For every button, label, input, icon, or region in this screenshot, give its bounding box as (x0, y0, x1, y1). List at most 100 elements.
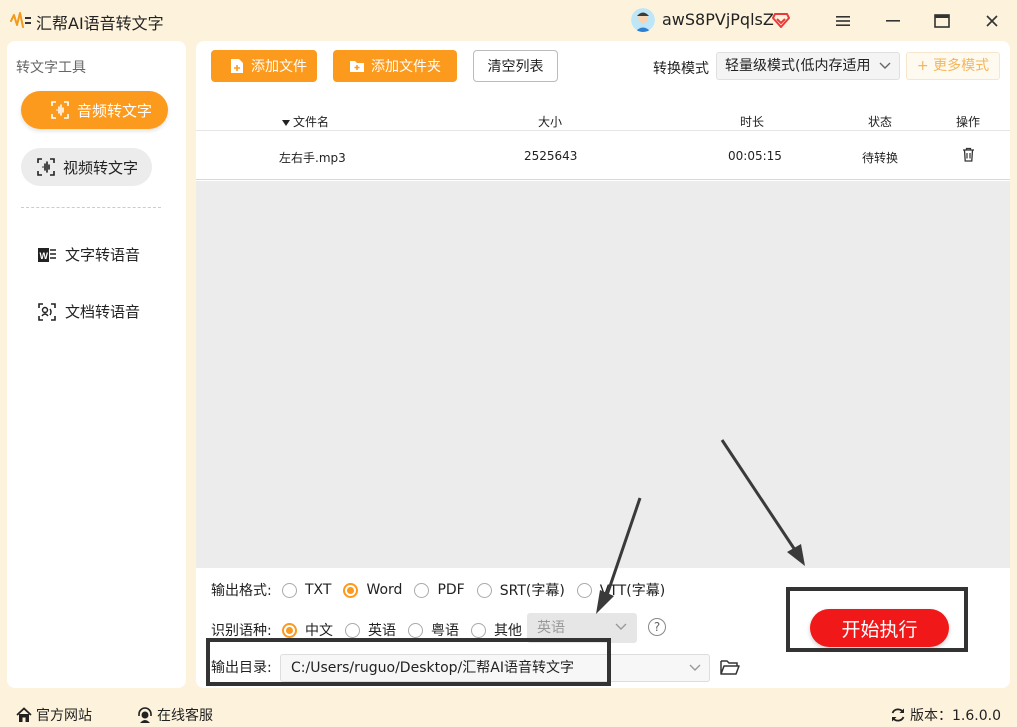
file-status: 待转换 (862, 151, 899, 165)
column-header-status: 状态 (868, 115, 893, 129)
format-radio-txt[interactable]: TXT (282, 582, 331, 598)
format-radio-group: TXT Word PDF SRT(字幕) VTT(字幕) (282, 580, 677, 600)
add-folder-button[interactable]: 添加文件夹 (333, 50, 457, 82)
official-website-link[interactable]: 官方网站 (16, 705, 92, 725)
column-header-duration: 时长 (740, 115, 765, 129)
sidebar-item-doc-to-speech[interactable]: 文档转语音 (37, 301, 140, 322)
format-label: 输出格式: (211, 583, 272, 599)
sidebar-item-audio-to-text[interactable]: 音频转文字 (21, 91, 168, 129)
add-file-label: 添加文件 (251, 59, 307, 75)
language-radio-english[interactable]: 英语 (345, 620, 396, 640)
video-wave-icon (37, 158, 55, 176)
format-radio-word[interactable]: Word (343, 582, 402, 598)
folder-open-icon[interactable] (720, 658, 740, 676)
sidebar-item-video-to-text[interactable]: 视频转文字 (21, 148, 152, 186)
radio-dot (471, 622, 486, 638)
avatar-icon (631, 8, 655, 32)
highlight-box-start (786, 587, 968, 652)
app-logo-icon (10, 12, 31, 28)
column-header-name[interactable]: 文件名 (282, 113, 329, 130)
file-list-area[interactable] (196, 181, 1010, 568)
sidebar-item-text-to-speech[interactable]: W 文字转语音 (37, 244, 140, 265)
close-icon (986, 15, 998, 27)
language-radio-cantonese[interactable]: 粤语 (408, 620, 459, 640)
radio-dot (576, 582, 592, 598)
help-icon[interactable]: ? (648, 618, 666, 636)
radio-dot (414, 582, 430, 598)
table-row[interactable]: 左右手.mp3 2525643 00:05:15 待转换 (196, 132, 1010, 180)
format-radio-srt[interactable]: SRT(字幕) (476, 580, 565, 600)
radio-dot (408, 622, 423, 638)
file-name: 左右手.mp3 (279, 151, 346, 165)
sidebar: 转文字工具 音频转文字 视频转文字 W 文字转语音 文档转语音 (7, 41, 186, 688)
radio-dot (345, 622, 360, 638)
more-modes-button[interactable]: + 更多模式 (906, 52, 1000, 80)
add-file-button[interactable]: 添加文件 (211, 50, 317, 82)
sidebar-item-label: 视频转文字 (63, 158, 139, 177)
version-info[interactable]: 版本：1.6.0.0 (890, 705, 1001, 725)
radio-label: SRT(字幕) (499, 583, 565, 599)
username[interactable]: awS8PVjPqlsZ (662, 10, 774, 29)
radio-dot (282, 622, 297, 638)
add-file-icon (229, 58, 245, 74)
format-radio-pdf[interactable]: PDF (414, 582, 465, 598)
home-icon (16, 707, 32, 723)
sidebar-title: 转文字工具 (16, 60, 86, 76)
table-header: 文件名 大小 时长 状态 操作 (196, 107, 1010, 131)
word-doc-icon: W (37, 245, 57, 265)
delete-button[interactable] (962, 147, 975, 165)
sidebar-divider (21, 207, 161, 208)
radio-label: PDF (437, 582, 465, 598)
doc-voice-icon (37, 302, 57, 322)
hamburger-icon (836, 16, 850, 26)
chevron-down-icon (615, 623, 627, 630)
app-title: 汇帮AI语音转文字 (36, 14, 164, 33)
radio-label: 粤语 (431, 623, 459, 639)
mode-select[interactable]: 轻量级模式(低内存适用 (716, 52, 900, 80)
column-header-action: 操作 (956, 115, 981, 129)
radio-label: 英语 (368, 623, 396, 639)
mode-label: 转换模式 (653, 61, 709, 77)
language-radio-other[interactable]: 其他 (471, 620, 522, 640)
minimize-icon (886, 20, 900, 22)
toolbar: 添加文件 添加文件夹 清空列表 转换模式 轻量级模式(低内存适用 + 更多模式 (196, 41, 1010, 91)
avatar[interactable] (631, 8, 655, 32)
version-label: 版本：1.6.0.0 (910, 708, 1001, 724)
trash-icon (963, 147, 974, 162)
radio-label: TXT (305, 582, 332, 598)
headset-icon (137, 707, 153, 723)
sidebar-item-label: 文字转语音 (65, 246, 141, 264)
online-service-link[interactable]: 在线客服 (137, 705, 213, 725)
sort-down-icon (282, 119, 290, 126)
audio-wave-icon (51, 101, 69, 119)
file-size: 2525643 (524, 149, 578, 163)
radio-label: VTT(字幕) (599, 583, 666, 599)
add-folder-icon (349, 58, 365, 74)
add-folder-label: 添加文件夹 (371, 59, 441, 75)
vip-diamond-icon[interactable] (772, 11, 790, 29)
mode-select-value: 轻量级模式(低内存适用 (725, 58, 871, 74)
menu-button[interactable] (830, 8, 856, 34)
close-button[interactable] (979, 8, 1005, 34)
refresh-icon (890, 707, 906, 723)
minimize-button[interactable] (880, 8, 906, 34)
sidebar-item-label: 文档转语音 (65, 303, 141, 321)
format-radio-vtt[interactable]: VTT(字幕) (576, 580, 666, 600)
radio-label: Word (366, 582, 403, 598)
clear-list-button[interactable]: 清空列表 (473, 50, 558, 82)
maximize-button[interactable] (929, 8, 955, 34)
footer: 官方网站 在线客服 版本：1.6.0.0 (0, 700, 1017, 727)
svg-text:W: W (40, 251, 49, 261)
radio-label: 其他 (494, 623, 522, 639)
sidebar-item-label: 音频转文字 (77, 101, 153, 120)
radio-dot (282, 582, 297, 598)
highlight-box-output (206, 638, 611, 686)
official-website-label: 官方网站 (36, 708, 92, 724)
file-duration: 00:05:15 (728, 149, 782, 163)
language-radio-group: 中文 英语 粤语 其他 (282, 620, 534, 640)
radio-dot (343, 582, 359, 598)
chevron-down-icon (689, 664, 701, 671)
radio-dot (476, 582, 492, 598)
language-radio-chinese[interactable]: 中文 (282, 620, 333, 640)
column-header-label: 文件名 (293, 115, 330, 129)
